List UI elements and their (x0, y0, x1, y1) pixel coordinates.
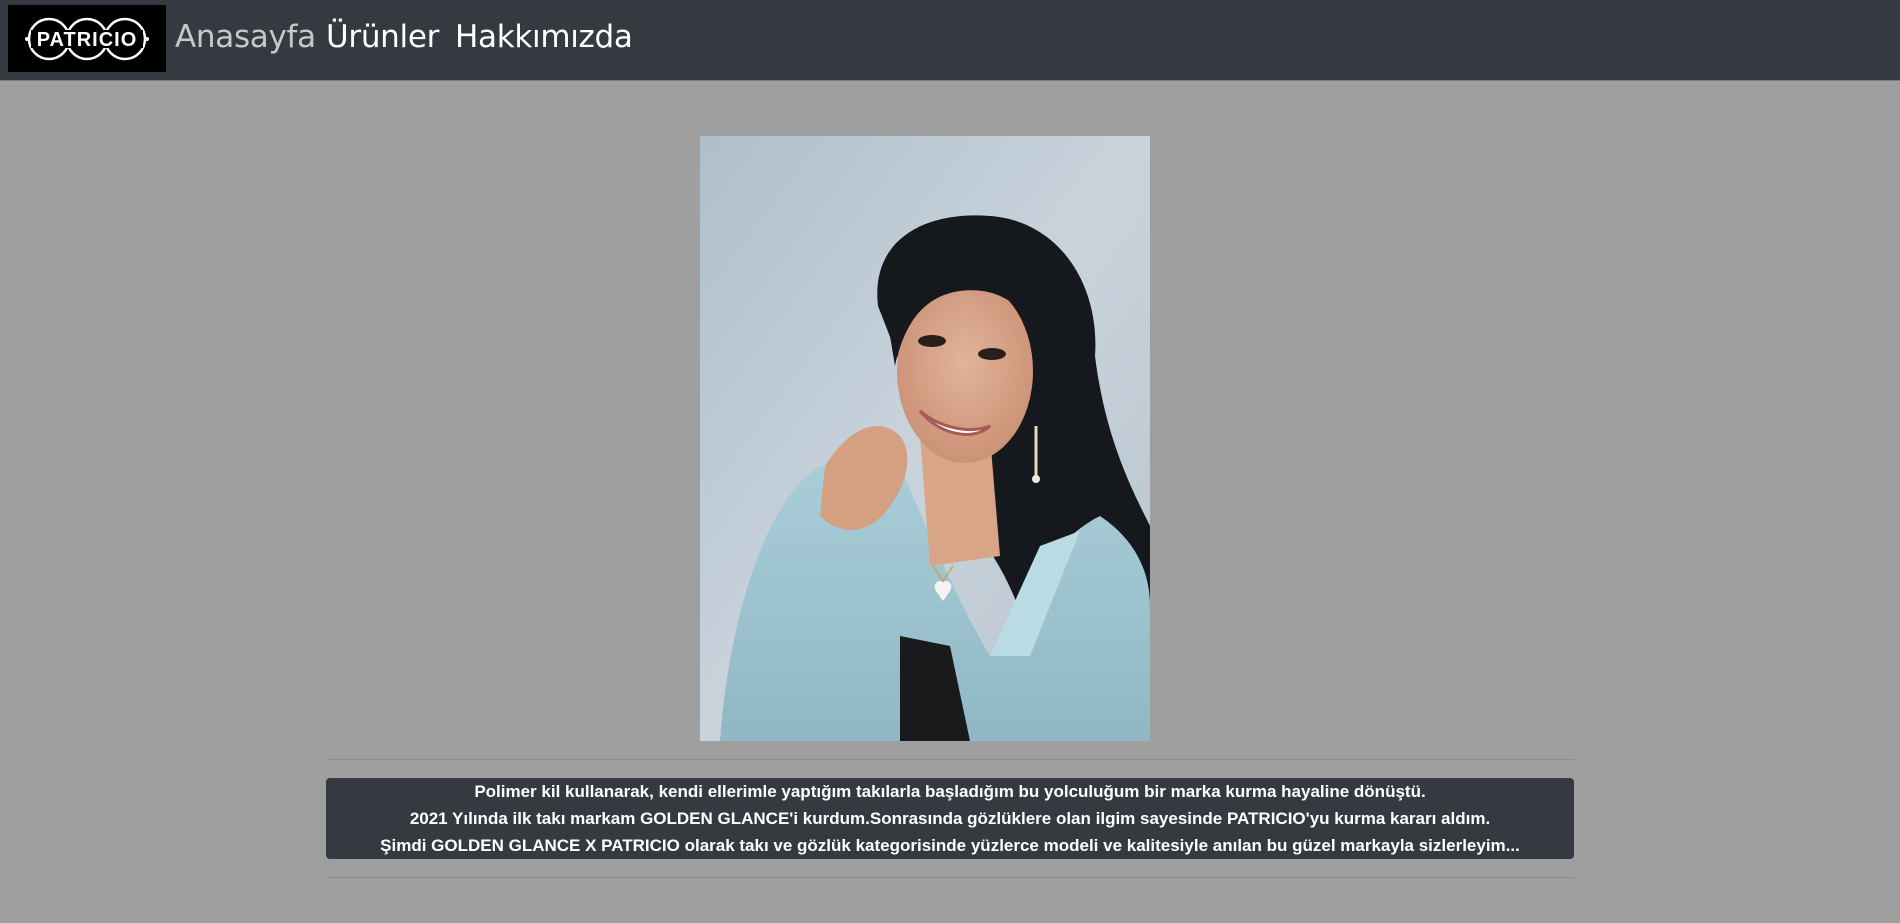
about-line-3: Şimdi GOLDEN GLANCE X PATRICIO olarak ta… (380, 836, 1520, 855)
nav-home-link[interactable]: Anasayfa (175, 17, 316, 57)
svg-text:PATRICIO: PATRICIO (37, 29, 138, 51)
divider-bottom (326, 877, 1574, 878)
portrait-photo (700, 136, 1150, 741)
divider-top (326, 759, 1574, 760)
nav-about-link[interactable]: Hakkımızda (455, 17, 633, 57)
brand-logo[interactable]: PATRICIO (8, 5, 166, 72)
nav-products-link[interactable]: Ürünler (326, 17, 439, 57)
about-line-1: Polimer kil kullanarak, kendi ellerimle … (474, 782, 1426, 801)
about-line-2: 2021 Yılında ilk takı markam GOLDEN GLAN… (409, 809, 1491, 828)
top-navbar: PATRICIO Anasayfa Ürünler Hakkımızda (0, 0, 1900, 81)
about-text-box: Polimer kil kullanarak, kendi ellerimle … (326, 778, 1574, 859)
patricio-logo-icon: PATRICIO (25, 17, 149, 60)
